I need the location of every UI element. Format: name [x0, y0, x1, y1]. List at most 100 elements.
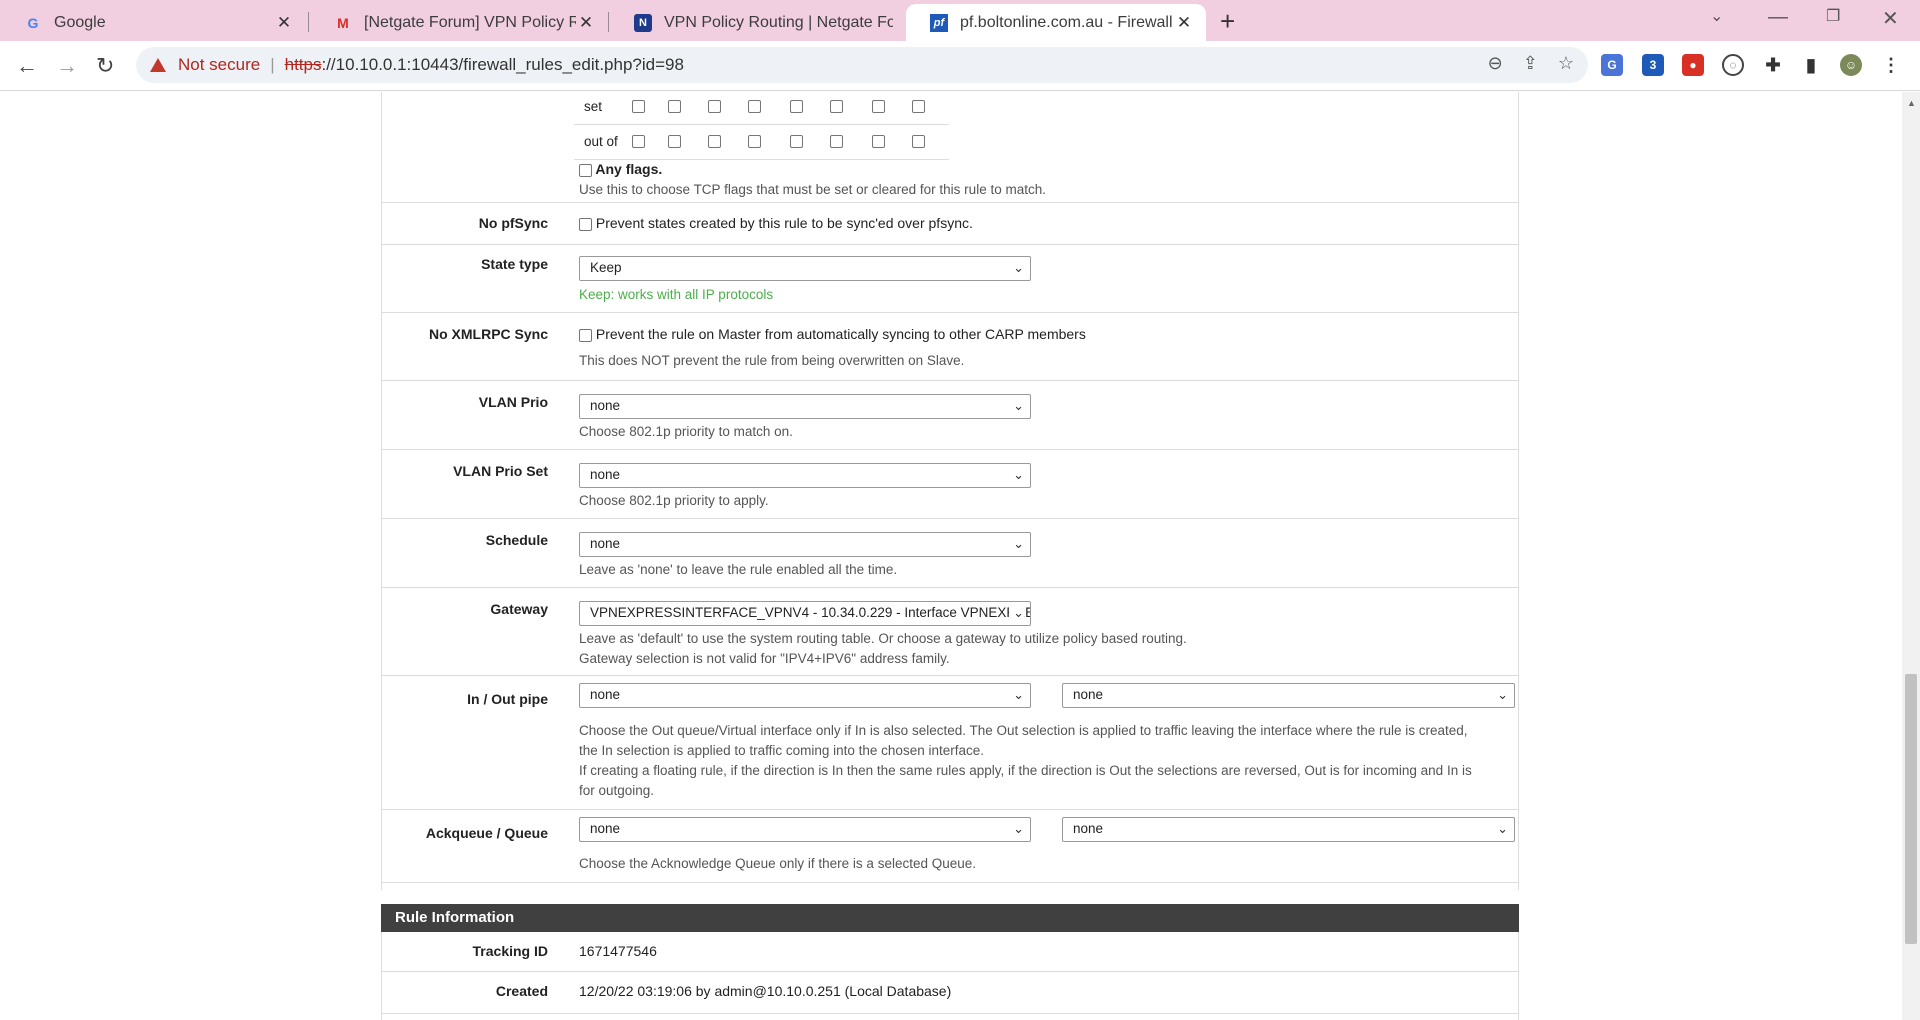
- extension-badge-icon[interactable]: 3: [1642, 54, 1664, 76]
- gateway-row: Gateway VPNEXPRESSINTERFACE_VPNV4 - 10.3…: [382, 588, 1518, 676]
- inout-pipe-help-2: the In selection is applied to traffic c…: [579, 743, 984, 758]
- vlan-prio-set-select[interactable]: none ⌄: [579, 463, 1031, 488]
- rule-form-panel: set out of Any flags. Use this to choose…: [381, 92, 1519, 890]
- scrollbar-thumb[interactable]: [1905, 674, 1917, 944]
- flag-outof-checkbox[interactable]: [912, 135, 925, 148]
- new-tab-icon[interactable]: +: [1220, 6, 1235, 37]
- vlan-prio-set-help: Choose 802.1p priority to apply.: [579, 493, 769, 508]
- close-icon[interactable]: ✕: [576, 13, 596, 33]
- avatar[interactable]: ☺: [1840, 54, 1862, 76]
- no-pfsync-checkbox[interactable]: [579, 217, 592, 231]
- in-pipe-select[interactable]: none ⌄: [579, 683, 1031, 708]
- schedule-select[interactable]: none ⌄: [579, 532, 1031, 557]
- flag-set-checkbox[interactable]: [790, 100, 803, 113]
- reload-icon[interactable]: ↻: [96, 53, 114, 79]
- warning-icon: [150, 58, 166, 72]
- url-text: ://10.10.0.1:10443/firewall_rules_edit.p…: [321, 55, 684, 74]
- google-icon: G: [27, 14, 39, 31]
- lastpass-icon[interactable]: ●: [1682, 54, 1704, 76]
- created-row: Created 12/20/22 03:19:06 by admin@10.10…: [382, 972, 1518, 1014]
- inout-pipe-row: In / Out pipe none ⌄ none ⌄ Choose the Out…: [382, 676, 1518, 810]
- tab-title: [Netgate Forum] VPN Policy Rout: [364, 13, 576, 31]
- schedule-row: Schedule none ⌄ Leave as 'none' to leave …: [382, 519, 1518, 588]
- sidepanel-icon[interactable]: ▮: [1800, 54, 1822, 76]
- no-pfsync-label: No pfSync: [478, 215, 548, 231]
- state-type-help: Keep: works with all IP protocols: [579, 287, 774, 302]
- vlan-prio-select[interactable]: none ⌄: [579, 394, 1031, 419]
- tab-pfsense[interactable]: pf pf.boltonline.com.au - Firewall: R ✕: [906, 4, 1206, 41]
- flag-outof-checkbox[interactable]: [668, 135, 681, 148]
- chevron-down-icon: ⌄: [1009, 605, 1024, 621]
- tab-google[interactable]: G Google ✕: [0, 4, 306, 41]
- no-xmlrpc-label: No XMLRPC Sync: [428, 326, 548, 342]
- vlan-prio-label: VLAN Prio: [478, 394, 548, 410]
- restore-icon[interactable]: ❐: [1826, 6, 1840, 26]
- no-xmlrpc-help: This does NOT prevent the rule from bein…: [579, 353, 965, 368]
- gateway-label: Gateway: [490, 601, 548, 617]
- page-scrollbar[interactable]: ▲: [1902, 92, 1920, 1020]
- queue-select[interactable]: none ⌄: [1062, 817, 1515, 842]
- back-icon[interactable]: ←: [16, 53, 38, 79]
- inout-pipe-help-4: for outgoing.: [579, 783, 655, 798]
- translate-icon[interactable]: G: [1601, 54, 1623, 76]
- bookmark-star-icon[interactable]: ☆: [1558, 53, 1574, 74]
- address-bar[interactable]: Not secure | https://10.10.0.1:10443/fir…: [136, 47, 1588, 83]
- flags-set-row: set: [574, 92, 949, 125]
- ackqueue-select[interactable]: none ⌄: [579, 817, 1031, 842]
- schedule-label: Schedule: [485, 532, 548, 548]
- flag-set-checkbox[interactable]: [912, 100, 925, 113]
- flag-set-checkbox[interactable]: [872, 100, 885, 113]
- gateway-select[interactable]: VPNEXPRESSINTERFACE_VPNV4 - 10.34.0.229 …: [579, 601, 1031, 626]
- tracking-id-label: Tracking ID: [472, 943, 548, 959]
- created-label: Created: [495, 983, 548, 999]
- state-type-label: State type: [481, 256, 548, 272]
- flag-outof-checkbox[interactable]: [708, 135, 721, 148]
- no-pfsync-row: No pfSync Prevent states created by this…: [382, 203, 1518, 245]
- share-icon[interactable]: ⇪: [1523, 53, 1538, 74]
- netgate-icon: N: [634, 13, 652, 32]
- state-type-select[interactable]: Keep ⌄: [579, 256, 1031, 281]
- menu-icon[interactable]: ⋮: [1880, 54, 1902, 76]
- tracking-id-value: 1671477546: [579, 943, 657, 959]
- tab-netgate-forum[interactable]: N VPN Policy Routing | Netgate For: [610, 4, 905, 41]
- any-flags: Any flags.: [579, 161, 662, 177]
- chevron-down-icon: ⌄: [1013, 260, 1024, 275]
- puzzle-icon[interactable]: ✚: [1762, 54, 1784, 76]
- flag-outof-checkbox[interactable]: [632, 135, 645, 148]
- no-xmlrpc-checkbox[interactable]: [579, 328, 592, 342]
- flag-set-checkbox[interactable]: [668, 100, 681, 113]
- zoom-icon[interactable]: ⊖: [1488, 53, 1503, 74]
- tcp-flags-row: set out of Any flags. Use this to choose…: [382, 92, 1518, 203]
- flag-outof-checkbox[interactable]: [872, 135, 885, 148]
- out-pipe-select[interactable]: none ⌄: [1062, 683, 1515, 708]
- circle-extension-icon[interactable]: ◌: [1722, 54, 1744, 76]
- flag-outof-checkbox[interactable]: [830, 135, 843, 148]
- state-type-row: State type Keep ⌄ Keep: works with all IP…: [382, 245, 1518, 313]
- scroll-up-icon[interactable]: ▲: [1907, 98, 1916, 108]
- rule-information-heading: Rule Information: [381, 904, 1519, 932]
- flag-set-checkbox[interactable]: [830, 100, 843, 113]
- close-icon[interactable]: ✕: [1174, 13, 1194, 33]
- browser-toolbar: ← → ↻ Not secure | https://10.10.0.1:104…: [0, 41, 1920, 91]
- flag-outof-checkbox[interactable]: [748, 135, 761, 148]
- flag-set-checkbox[interactable]: [632, 100, 645, 113]
- flag-set-checkbox[interactable]: [748, 100, 761, 113]
- forward-icon[interactable]: →: [56, 53, 78, 79]
- chevron-down-icon: ⌄: [1013, 536, 1024, 551]
- gmail-icon: M: [337, 14, 349, 31]
- tab-gmail[interactable]: M [Netgate Forum] VPN Policy Rout ✕: [310, 4, 608, 41]
- flag-set-checkbox[interactable]: [708, 100, 721, 113]
- tab-strip: G Google ✕ M [Netgate Forum] VPN Policy …: [0, 0, 1920, 41]
- any-flags-checkbox[interactable]: [579, 163, 592, 177]
- page-viewport: set out of Any flags. Use this to choose…: [0, 92, 1902, 1020]
- tcp-flags-help: Use this to choose TCP flags that must b…: [579, 182, 1046, 197]
- tab-search-icon[interactable]: ⌄: [1710, 6, 1723, 26]
- close-window-icon[interactable]: ✕: [1882, 6, 1899, 31]
- minimize-icon[interactable]: —: [1768, 6, 1788, 29]
- not-secure-label[interactable]: Not secure: [178, 55, 260, 75]
- chevron-down-icon: ⌄: [1013, 687, 1024, 702]
- close-icon[interactable]: ✕: [274, 13, 294, 33]
- chevron-down-icon: ⌄: [1497, 687, 1508, 702]
- chevron-down-icon: ⌄: [1497, 821, 1508, 836]
- flag-outof-checkbox[interactable]: [790, 135, 803, 148]
